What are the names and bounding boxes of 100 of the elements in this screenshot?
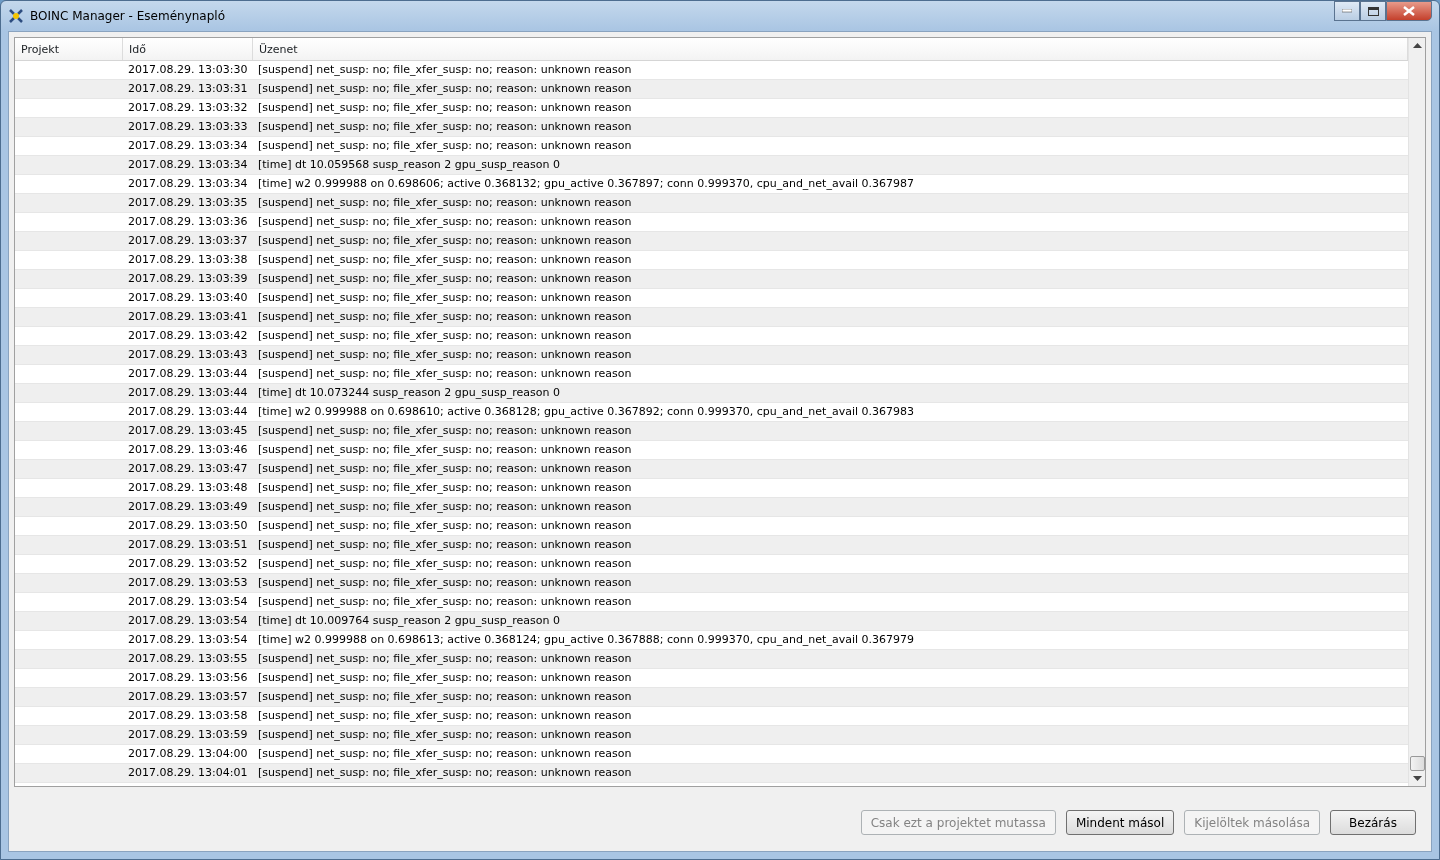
message-cell: [time] dt 10.073244 susp_reason 2 gpu_susp_reason 0	[258, 385, 560, 399]
message-cell: [suspend] net_susp: no; file_xfer_susp: no; reason: unknown reason	[258, 689, 632, 703]
time-cell: 2017.08.29. 13:03:30	[128, 62, 248, 76]
time-cell: 2017.08.29. 13:03:47	[128, 461, 248, 475]
log-row[interactable]: 2017.08.29. 13:03:33 [suspend] net_susp: no; file_xfer_susp: no; reason: unknown reason	[15, 118, 1408, 137]
log-row[interactable]: 2017.08.29. 13:03:44 [time] dt 10.073244 susp_reason 2 gpu_susp_reason 0	[15, 384, 1408, 403]
time-cell: 2017.08.29. 13:03:42	[128, 328, 248, 342]
message-cell: [suspend] net_susp: no; file_xfer_susp: no; reason: unknown reason	[258, 556, 632, 570]
app-logo-icon	[8, 8, 24, 24]
message-cell: [suspend] net_susp: no; file_xfer_susp: no; reason: unknown reason	[258, 290, 632, 304]
time-cell: 2017.08.29. 13:03:57	[128, 689, 248, 703]
time-cell: 2017.08.29. 13:03:54	[128, 613, 248, 627]
log-row[interactable]: 2017.08.29. 13:03:47 [suspend] net_susp: no; file_xfer_susp: no; reason: unknown reason	[15, 460, 1408, 479]
time-cell: 2017.08.29. 13:03:46	[128, 442, 248, 456]
message-cell: [suspend] net_susp: no; file_xfer_susp: no; reason: unknown reason	[258, 81, 632, 95]
log-row[interactable]: 2017.08.29. 13:03:31 [suspend] net_susp: no; file_xfer_susp: no; reason: unknown reason	[15, 80, 1408, 99]
log-row[interactable]: 2017.08.29. 13:03:45 [suspend] net_susp: no; file_xfer_susp: no; reason: unknown reason	[15, 422, 1408, 441]
time-cell: 2017.08.29. 13:03:50	[128, 518, 248, 532]
log-row[interactable]: 2017.08.29. 13:03:41 [suspend] net_susp: no; file_xfer_susp: no; reason: unknown reason	[15, 308, 1408, 327]
message-cell: [suspend] net_susp: no; file_xfer_susp: no; reason: unknown reason	[258, 442, 632, 456]
message-cell: [suspend] net_susp: no; file_xfer_susp: no; reason: unknown reason	[258, 746, 632, 760]
window-title: BOINC Manager - Eseménynapló	[30, 8, 225, 25]
message-cell: [suspend] net_susp: no; file_xfer_susp: no; reason: unknown reason	[258, 119, 632, 133]
time-cell: 2017.08.29. 13:03:58	[128, 708, 248, 722]
time-cell: 2017.08.29. 13:03:34	[128, 138, 248, 152]
message-cell: [suspend] net_susp: no; file_xfer_susp: no; reason: unknown reason	[258, 518, 632, 532]
time-cell: 2017.08.29. 13:03:40	[128, 290, 248, 304]
log-row[interactable]: 2017.08.29. 13:03:59 [suspend] net_susp: no; file_xfer_susp: no; reason: unknown reason	[15, 726, 1408, 745]
time-cell: 2017.08.29. 13:03:55	[128, 651, 248, 665]
dialog-button[interactable]: Mindent másol	[1065, 810, 1175, 835]
time-cell: 2017.08.29. 13:03:35	[128, 195, 248, 209]
log-row[interactable]: 2017.08.29. 13:03:34 [time] dt 10.059568 susp_reason 2 gpu_susp_reason 0	[15, 156, 1408, 175]
log-row[interactable]: 2017.08.29. 13:04:01 [suspend] net_susp: no; file_xfer_susp: no; reason: unknown reason	[15, 764, 1408, 783]
column-header[interactable]: Idő	[123, 38, 253, 60]
dialog-button[interactable]: Bezárás	[1330, 810, 1416, 835]
message-cell: [suspend] net_susp: no; file_xfer_susp: no; reason: unknown reason	[258, 708, 632, 722]
time-cell: 2017.08.29. 13:03:44	[128, 404, 248, 418]
log-row[interactable]: 2017.08.29. 13:03:43 [suspend] net_susp: no; file_xfer_susp: no; reason: unknown reason	[15, 346, 1408, 365]
message-cell: [time] dt 10.059568 susp_reason 2 gpu_susp_reason 0	[258, 157, 560, 171]
time-cell: 2017.08.29. 13:03:45	[128, 423, 248, 437]
log-row[interactable]: 2017.08.29. 13:03:54 [time] dt 10.009764 susp_reason 2 gpu_susp_reason 0	[15, 612, 1408, 631]
minimize-button[interactable]	[1334, 1, 1360, 21]
time-cell: 2017.08.29. 13:03:33	[128, 119, 248, 133]
scroll-down-icon[interactable]	[1412, 776, 1422, 781]
log-row[interactable]: 2017.08.29. 13:03:39 [suspend] net_susp: no; file_xfer_susp: no; reason: unknown reason	[15, 270, 1408, 289]
message-cell: [suspend] net_susp: no; file_xfer_susp: no; reason: unknown reason	[258, 62, 632, 76]
log-row[interactable]: 2017.08.29. 13:03:37 [suspend] net_susp: no; file_xfer_susp: no; reason: unknown reason	[15, 232, 1408, 251]
message-cell: [suspend] net_susp: no; file_xfer_susp: no; reason: unknown reason	[258, 537, 632, 551]
message-cell: [suspend] net_susp: no; file_xfer_susp: no; reason: unknown reason	[258, 765, 632, 779]
message-cell: [suspend] net_susp: no; file_xfer_susp: no; reason: unknown reason	[258, 233, 632, 247]
time-cell: 2017.08.29. 13:03:53	[128, 575, 248, 589]
time-cell: 2017.08.29. 13:03:49	[128, 499, 248, 513]
close-icon	[1403, 6, 1415, 16]
time-cell: 2017.08.29. 13:03:51	[128, 537, 248, 551]
time-cell: 2017.08.29. 13:03:59	[128, 727, 248, 741]
time-cell: 2017.08.29. 13:03:44	[128, 385, 248, 399]
time-cell: 2017.08.29. 13:03:31	[128, 81, 248, 95]
time-cell: 2017.08.29. 13:03:32	[128, 100, 248, 114]
time-cell: 2017.08.29. 13:03:39	[128, 271, 248, 285]
scrollbar-thumb[interactable]	[1409, 756, 1425, 771]
time-cell: 2017.08.29. 13:03:34	[128, 157, 248, 171]
time-cell: 2017.08.29. 13:03:54	[128, 594, 248, 608]
message-cell: [time] w2 0.999988 on 0.698606; active 0.368132; gpu_active 0.367897; conn 0.999370, cpu_and_net_avail 0.367987	[258, 176, 914, 190]
time-cell: 2017.08.29. 13:03:41	[128, 309, 248, 323]
message-cell: [suspend] net_susp: no; file_xfer_susp: no; reason: unknown reason	[258, 252, 632, 266]
message-cell: [time] dt 10.009764 susp_reason 2 gpu_susp_reason 0	[258, 613, 560, 627]
message-cell: [time] w2 0.999988 on 0.698613; active 0.368124; gpu_active 0.367888; conn 0.999370, cpu_and_net_avail 0.367979	[258, 632, 914, 646]
minimize-icon	[1342, 9, 1352, 13]
time-cell: 2017.08.29. 13:03:56	[128, 670, 248, 684]
maximize-button[interactable]	[1360, 1, 1386, 21]
message-cell: [suspend] net_susp: no; file_xfer_susp: no; reason: unknown reason	[258, 138, 632, 152]
log-row[interactable]: 2017.08.29. 13:03:55 [suspend] net_susp: no; file_xfer_susp: no; reason: unknown reason	[15, 650, 1408, 669]
column-header[interactable]: Projekt	[15, 38, 123, 60]
log-row[interactable]: 2017.08.29. 13:03:51 [suspend] net_susp: no; file_xfer_susp: no; reason: unknown reason	[15, 536, 1408, 555]
maximize-icon	[1367, 6, 1379, 16]
time-cell: 2017.08.29. 13:03:36	[128, 214, 248, 228]
message-cell: [suspend] net_susp: no; file_xfer_susp: no; reason: unknown reason	[258, 366, 632, 380]
time-cell: 2017.08.29. 13:04:01	[128, 765, 248, 779]
message-cell: [suspend] net_susp: no; file_xfer_susp: no; reason: unknown reason	[258, 347, 632, 361]
message-cell: [suspend] net_susp: no; file_xfer_susp: no; reason: unknown reason	[258, 499, 632, 513]
scroll-up-icon[interactable]	[1412, 43, 1422, 48]
message-cell: [suspend] net_susp: no; file_xfer_susp: no; reason: unknown reason	[258, 214, 632, 228]
message-cell: [suspend] net_susp: no; file_xfer_susp: no; reason: unknown reason	[258, 100, 632, 114]
log-row[interactable]: 2017.08.29. 13:03:35 [suspend] net_susp: no; file_xfer_susp: no; reason: unknown reason	[15, 194, 1408, 213]
log-row[interactable]: 2017.08.29. 13:03:49 [suspend] net_susp: no; file_xfer_susp: no; reason: unknown reason	[15, 498, 1408, 517]
time-cell: 2017.08.29. 13:04:00	[128, 746, 248, 760]
log-row[interactable]: 2017.08.29. 13:03:53 [suspend] net_susp: no; file_xfer_susp: no; reason: unknown reason	[15, 574, 1408, 593]
message-cell: [suspend] net_susp: no; file_xfer_susp: no; reason: unknown reason	[258, 594, 632, 608]
log-row[interactable]: 2017.08.29. 13:03:57 [suspend] net_susp: no; file_xfer_susp: no; reason: unknown reason	[15, 688, 1408, 707]
message-cell: [suspend] net_susp: no; file_xfer_susp: no; reason: unknown reason	[258, 461, 632, 475]
message-cell: [suspend] net_susp: no; file_xfer_susp: no; reason: unknown reason	[258, 328, 632, 342]
time-cell: 2017.08.29. 13:03:54	[128, 632, 248, 646]
vertical-scrollbar[interactable]	[1408, 38, 1425, 786]
time-cell: 2017.08.29. 13:03:34	[128, 176, 248, 190]
message-cell: [suspend] net_susp: no; file_xfer_susp: no; reason: unknown reason	[258, 195, 632, 209]
time-cell: 2017.08.29. 13:03:38	[128, 252, 248, 266]
message-cell: [time] w2 0.999988 on 0.698610; active 0.368128; gpu_active 0.367892; conn 0.999370, cpu_and_net_avail 0.367983	[258, 404, 914, 418]
time-cell: 2017.08.29. 13:03:43	[128, 347, 248, 361]
close-button[interactable]	[1386, 1, 1432, 21]
message-cell: [suspend] net_susp: no; file_xfer_susp: no; reason: unknown reason	[258, 271, 632, 285]
